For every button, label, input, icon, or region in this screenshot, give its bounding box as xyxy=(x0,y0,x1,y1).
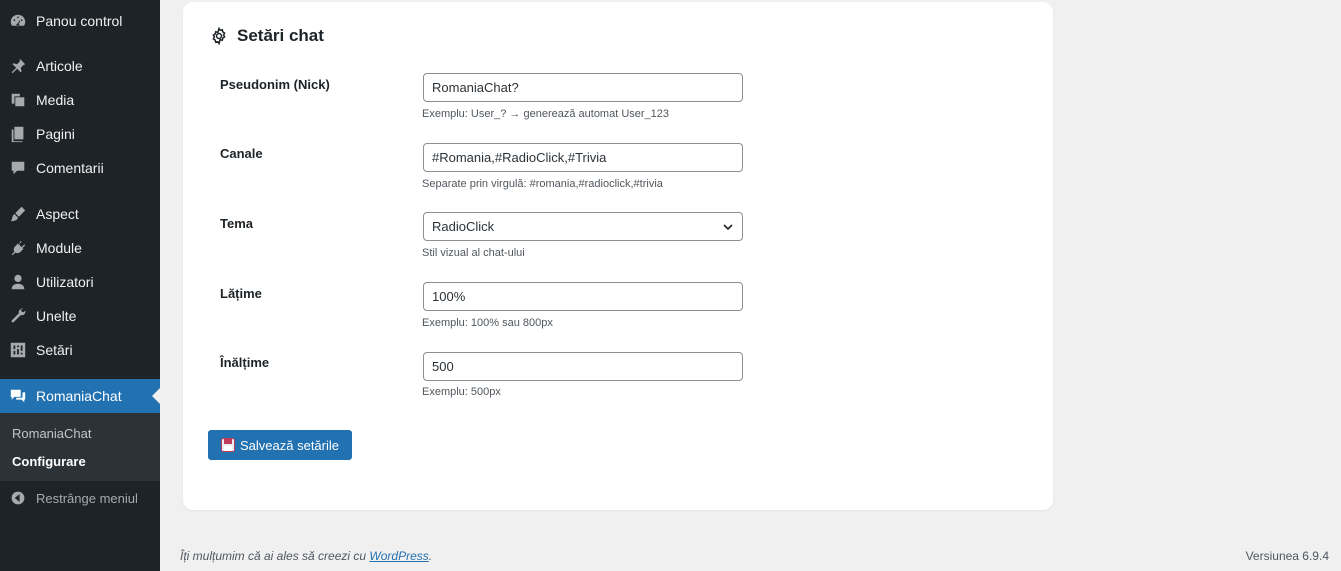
footer-version: Versiunea 6.9.4 xyxy=(1245,549,1329,563)
dashboard-icon xyxy=(0,12,36,30)
nick-input[interactable]: RomaniaChat? xyxy=(423,73,743,102)
chat-icon xyxy=(0,387,36,405)
theme-description: Stil vizual al chat-ului xyxy=(422,247,525,259)
submenu: RomaniaChat Configurare xyxy=(0,413,160,481)
active-indicator xyxy=(152,388,160,404)
comments-icon xyxy=(0,159,36,177)
sidebar-item-label: Media xyxy=(36,92,75,108)
theme-select-value: RadioClick xyxy=(432,219,495,234)
collapse-menu-button[interactable]: Restrânge meniul xyxy=(0,485,160,511)
users-icon xyxy=(0,273,36,291)
sidebar-item-plugins[interactable]: Module xyxy=(0,231,160,265)
channels-input[interactable]: #Romania,#RadioClick,#Trivia xyxy=(423,143,743,172)
height-description: Exemplu: 500px xyxy=(422,386,501,398)
media-icon xyxy=(0,91,36,109)
save-button-label: Salvează setările xyxy=(240,437,339,453)
tools-icon xyxy=(0,307,36,325)
sidebar-item-appearance[interactable]: Aspect xyxy=(0,197,160,231)
sidebar-item-media[interactable]: Media xyxy=(0,83,160,117)
channels-label: Canale xyxy=(220,146,263,161)
sidebar-item-label: Module xyxy=(36,240,82,256)
sidebar-item-dashboard[interactable]: Panou control xyxy=(0,4,160,38)
sidebar-item-label: Setări xyxy=(36,342,73,358)
theme-select[interactable]: RadioClick xyxy=(423,212,743,241)
card-title-text: Setări chat xyxy=(237,26,324,45)
height-input-value: 500 xyxy=(432,359,454,374)
sidebar-item-label: Utilizatori xyxy=(36,274,94,290)
sidebar-item-settings[interactable]: Setări xyxy=(0,333,160,367)
channels-input-value: #Romania,#RadioClick,#Trivia xyxy=(432,150,607,165)
settings-icon xyxy=(0,341,36,359)
sidebar-item-articles[interactable]: Articole xyxy=(0,49,160,83)
sidebar-item-users[interactable]: Utilizatori xyxy=(0,265,160,299)
gear-icon xyxy=(212,26,226,46)
floppy-disk-icon xyxy=(221,438,235,452)
width-input[interactable]: 100% xyxy=(423,282,743,311)
width-label: Lățime xyxy=(220,286,262,301)
collapse-icon xyxy=(0,490,36,506)
sidebar-item-label: RomaniaChat xyxy=(36,388,122,404)
height-input[interactable]: 500 xyxy=(423,352,743,381)
chevron-down-icon xyxy=(723,223,733,230)
width-input-value: 100% xyxy=(432,289,466,304)
submenu-item-configurare[interactable]: Configurare xyxy=(12,454,86,469)
sidebar-item-label: Comentarii xyxy=(36,160,104,176)
pin-icon xyxy=(0,57,36,75)
nick-input-value: RomaniaChat? xyxy=(432,80,519,95)
pages-icon xyxy=(0,125,36,143)
sidebar-item-tools[interactable]: Unelte xyxy=(0,299,160,333)
channels-description: Separate prin virgulă: #romania,#radiocl… xyxy=(422,178,663,190)
save-settings-button[interactable]: Salvează setările xyxy=(208,430,352,460)
wordpress-link[interactable]: WordPress xyxy=(369,549,428,563)
sidebar-item-label: Aspect xyxy=(36,206,79,222)
sidebar-item-label: Articole xyxy=(36,58,83,74)
sidebar-item-pages[interactable]: Pagini xyxy=(0,117,160,151)
height-label: Înălțime xyxy=(220,355,270,370)
theme-label: Tema xyxy=(220,216,253,231)
plugins-icon xyxy=(0,239,36,257)
appearance-icon xyxy=(0,205,36,223)
width-description: Exemplu: 100% sau 800px xyxy=(422,317,553,329)
sidebar-item-comments[interactable]: Comentarii xyxy=(0,151,160,185)
sidebar-item-label: Unelte xyxy=(36,308,77,324)
admin-sidebar: Panou control Articole Media Pagini Come… xyxy=(0,0,160,571)
sidebar-item-label: Panou control xyxy=(36,13,123,29)
submenu-item-romaniachat[interactable]: RomaniaChat xyxy=(12,426,92,441)
nick-label: Pseudonim (Nick) xyxy=(220,77,330,92)
footer-thanks: Îți mulțumim că ai ales să creezi cu Wor… xyxy=(180,549,432,563)
card-title: Setări chat xyxy=(209,26,324,46)
collapse-label: Restrânge meniul xyxy=(36,490,138,506)
footer-thanks-text: Îți mulțumim că ai ales să creezi cu xyxy=(180,549,367,563)
footer-period: . xyxy=(428,549,433,563)
nick-description: Exemplu: User_? → generează automat User… xyxy=(422,108,670,120)
sidebar-item-romaniachat[interactable]: RomaniaChat xyxy=(0,379,160,413)
sidebar-item-label: Pagini xyxy=(36,126,75,142)
settings-card: Setări chat Pseudonim (Nick) RomaniaChat… xyxy=(183,2,1053,510)
